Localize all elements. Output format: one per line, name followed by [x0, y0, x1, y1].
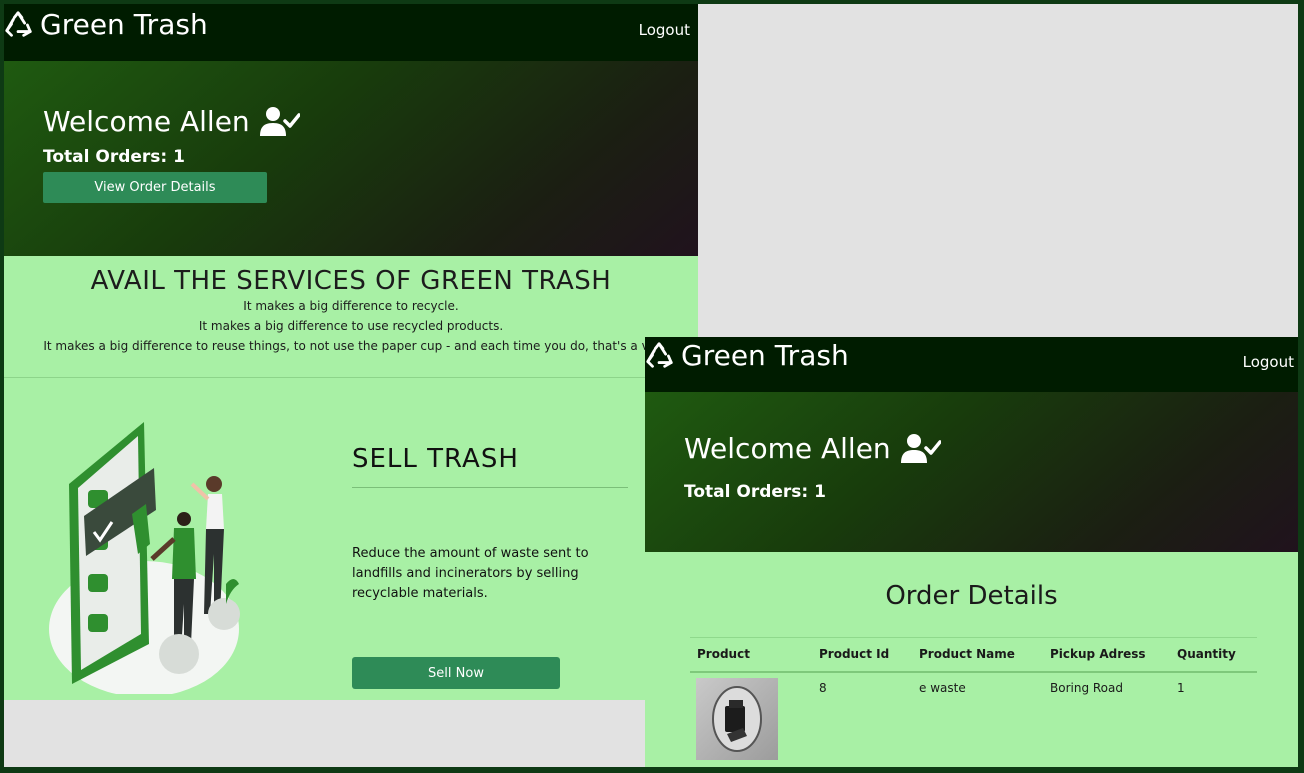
column-header: Product Id [812, 637, 912, 673]
dashboard-page: Green Trash Logout Welcome Allen Total O… [4, 4, 698, 700]
services-line: It makes a big difference to reuse thing… [43, 339, 659, 353]
column-header: Product Name [912, 637, 1043, 673]
product-image [696, 677, 778, 760]
sell-description: Reduce the amount of waste sent to landf… [352, 546, 589, 601]
navbar: Green Trash Logout [4, 4, 698, 61]
pickup-address-cell: Boring Road [1050, 680, 1123, 695]
screenshot-canvas: Green Trash Logout Welcome Allen Total O… [4, 4, 1298, 767]
welcome-heading: Welcome Allen [684, 432, 941, 465]
order-details-page: Green Trash Logout Welcome Allen Total O… [645, 337, 1298, 767]
logout-link[interactable]: Logout [639, 21, 690, 39]
column-header: Quantity [1170, 637, 1257, 673]
recycling-illustration [49, 422, 240, 694]
view-order-details-button[interactable]: View Order Details [43, 172, 267, 203]
services-title: AVAIL THE SERVICES OF GREEN TRASH [90, 266, 612, 296]
quantity-cell: 1 [1177, 680, 1185, 695]
brand-name: Green Trash [681, 339, 849, 372]
services-line: It makes a big difference to use recycle… [198, 319, 504, 333]
column-header: Pickup Adress [1043, 637, 1170, 673]
sell-divider [352, 487, 628, 488]
services-line: It makes a big difference to recycle. [243, 299, 459, 313]
table-row: 8 e waste Boring Road 1 [690, 672, 1257, 768]
brand-name: Green Trash [40, 8, 208, 41]
navbar: Green Trash Logout [645, 337, 1298, 392]
total-orders: Total Orders: 1 [43, 147, 185, 167]
e-waste-icon [712, 685, 762, 752]
sell-trash-title: SELL TRASH [352, 444, 519, 474]
product-id-cell: 8 [819, 680, 827, 695]
column-header: Product [690, 637, 812, 673]
brand[interactable]: Green Trash [4, 8, 208, 41]
welcome-heading: Welcome Allen [43, 105, 300, 138]
welcome-text: Welcome Allen [684, 432, 891, 465]
orders-table: Product Product Id Product Name Pickup A… [690, 637, 1257, 767]
recycle-icon [646, 341, 673, 368]
table-header-row: Product Product Id Product Name Pickup A… [690, 637, 1257, 673]
recycle-icon [5, 10, 32, 37]
user-check-icon [259, 106, 300, 136]
services-section: AVAIL THE SERVICES OF GREEN TRASH It mak… [4, 256, 698, 378]
logout-link[interactable]: Logout [1243, 353, 1294, 371]
total-orders: Total Orders: 1 [684, 482, 826, 502]
welcome-text: Welcome Allen [43, 105, 250, 138]
user-check-icon [900, 433, 941, 463]
brand[interactable]: Green Trash [645, 339, 849, 372]
product-cell [690, 672, 812, 768]
welcome-hero: Welcome Allen Total Orders: 1 View Order… [4, 61, 698, 256]
welcome-hero: Welcome Allen Total Orders: 1 [645, 392, 1298, 552]
order-details-title: Order Details [885, 581, 1058, 611]
sell-now-button[interactable]: Sell Now [352, 657, 560, 689]
product-name-cell: e waste [919, 680, 966, 695]
